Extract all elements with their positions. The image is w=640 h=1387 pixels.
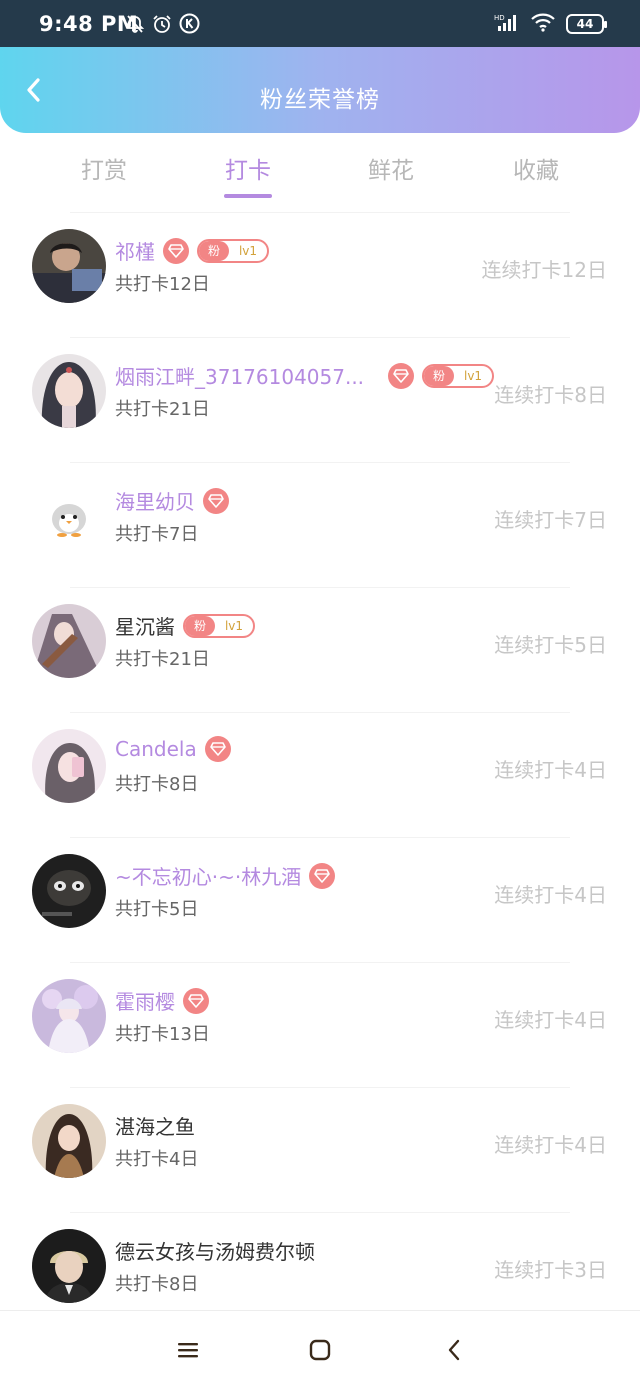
checkin-streak: 连续打卡5日	[494, 633, 607, 657]
user-name[interactable]: 祁槿	[115, 236, 155, 265]
tab-flowers[interactable]: 鲜花	[341, 151, 441, 185]
user-name[interactable]: 湛海之鱼	[115, 1111, 195, 1140]
avatar[interactable]	[32, 729, 106, 803]
list-item[interactable]: 祁槿 粉 lv1 共打卡12日 连续打卡12日	[0, 212, 640, 337]
avatar[interactable]	[32, 854, 106, 928]
signal-icon: HD	[494, 12, 520, 36]
checkin-streak: 连续打卡4日	[494, 758, 607, 782]
avatar[interactable]	[32, 979, 106, 1053]
total-checkins: 共打卡12日	[115, 274, 210, 295]
user-name[interactable]: ~不忘初心·~·林九酒	[115, 861, 301, 890]
diamond-icon	[204, 736, 231, 762]
back-icon	[448, 1339, 460, 1361]
list-item[interactable]: 湛海之鱼 共打卡4日 连续打卡4日	[0, 1087, 640, 1212]
user-name[interactable]: 海里幼贝	[115, 486, 195, 515]
checkin-streak: 连续打卡12日	[481, 258, 607, 282]
user-name[interactable]: 霍雨樱	[115, 986, 175, 1015]
tab-reward[interactable]: 打赏	[54, 151, 154, 185]
checkin-streak: 连续打卡8日	[494, 383, 607, 407]
avatar[interactable]	[32, 604, 106, 678]
list-item[interactable]: 星沉酱 粉 lv1 共打卡21日 连续打卡5日	[0, 587, 640, 712]
list-item[interactable]: Candela 共打卡8日 连续打卡4日	[0, 712, 640, 837]
checkin-streak: 连续打卡4日	[494, 1008, 607, 1032]
tab-bar: 打赏 打卡 鲜花 收藏	[0, 133, 640, 213]
diamond-icon	[183, 987, 209, 1014]
total-checkins: 共打卡13日	[115, 1024, 210, 1045]
tab-checkin[interactable]: 打卡	[198, 151, 298, 185]
checkin-streak: 连续打卡3日	[494, 1258, 607, 1282]
divider	[70, 462, 570, 463]
total-checkins: 共打卡8日	[115, 774, 199, 795]
list-item[interactable]: 烟雨江畔_37176104057... 粉 lv1 共打卡21日 连续打卡8日	[0, 337, 640, 462]
checkin-streak: 连续打卡7日	[494, 508, 607, 532]
status-time: 9:48 PM	[39, 12, 139, 36]
wifi-icon	[530, 12, 556, 36]
home-icon	[309, 1339, 331, 1361]
total-checkins: 共打卡5日	[115, 899, 199, 920]
user-name[interactable]: Candela	[115, 737, 197, 761]
page-title: 粉丝荣誉榜	[260, 87, 380, 113]
list-item[interactable]: 海里幼贝 共打卡7日 连续打卡7日	[0, 462, 640, 587]
system-nav-bar	[0, 1310, 640, 1387]
diamond-icon	[163, 237, 189, 264]
total-checkins: 共打卡21日	[115, 649, 210, 670]
divider	[70, 212, 570, 213]
system-back-button[interactable]	[442, 1338, 466, 1362]
diamond-icon	[309, 862, 336, 889]
tab-active-indicator	[224, 194, 272, 198]
total-checkins: 共打卡21日	[115, 399, 210, 420]
status-bar: 9:48 PM HD 44	[0, 0, 640, 47]
diamond-icon	[203, 487, 229, 514]
k-app-icon	[179, 13, 200, 38]
divider	[70, 587, 570, 588]
divider	[70, 837, 570, 838]
battery-icon: 44	[566, 14, 607, 34]
fan-level-badge: 粉 lv1	[422, 363, 495, 388]
divider	[70, 962, 570, 963]
diamond-icon	[388, 362, 415, 389]
menu-icon	[178, 1343, 198, 1358]
fan-level-badge: 粉 lv1	[183, 613, 255, 638]
svg-text:HD: HD	[494, 14, 505, 22]
fan-level-badge: 粉 lv1	[197, 238, 269, 263]
tab-favorites[interactable]: 收藏	[486, 151, 586, 185]
user-name[interactable]: 德云女孩与汤姆费尔顿	[115, 1236, 315, 1265]
user-name[interactable]: 星沉酱	[115, 611, 175, 640]
user-name[interactable]: 烟雨江畔_37176104057...	[115, 361, 364, 390]
total-checkins: 共打卡7日	[115, 524, 199, 545]
menu-button[interactable]	[176, 1338, 200, 1362]
total-checkins: 共打卡4日	[115, 1149, 199, 1170]
mute-icon	[125, 14, 145, 38]
avatar[interactable]	[32, 1229, 106, 1303]
header: 粉丝荣誉榜	[0, 47, 640, 133]
list-item[interactable]: ~不忘初心·~·林九酒 共打卡5日 连续打卡4日	[0, 837, 640, 962]
alarm-icon	[152, 14, 172, 38]
avatar[interactable]	[32, 479, 106, 553]
home-button[interactable]	[308, 1338, 332, 1362]
checkin-streak: 连续打卡4日	[494, 883, 607, 907]
avatar[interactable]	[32, 1104, 106, 1178]
avatar[interactable]	[32, 229, 106, 303]
total-checkins: 共打卡8日	[115, 1274, 199, 1295]
divider	[70, 1087, 570, 1088]
divider	[70, 1212, 570, 1213]
divider	[70, 712, 570, 713]
divider	[70, 337, 570, 338]
checkin-streak: 连续打卡4日	[494, 1133, 607, 1157]
list-item[interactable]: 霍雨樱 共打卡13日 连续打卡4日	[0, 962, 640, 1087]
avatar[interactable]	[32, 354, 106, 428]
